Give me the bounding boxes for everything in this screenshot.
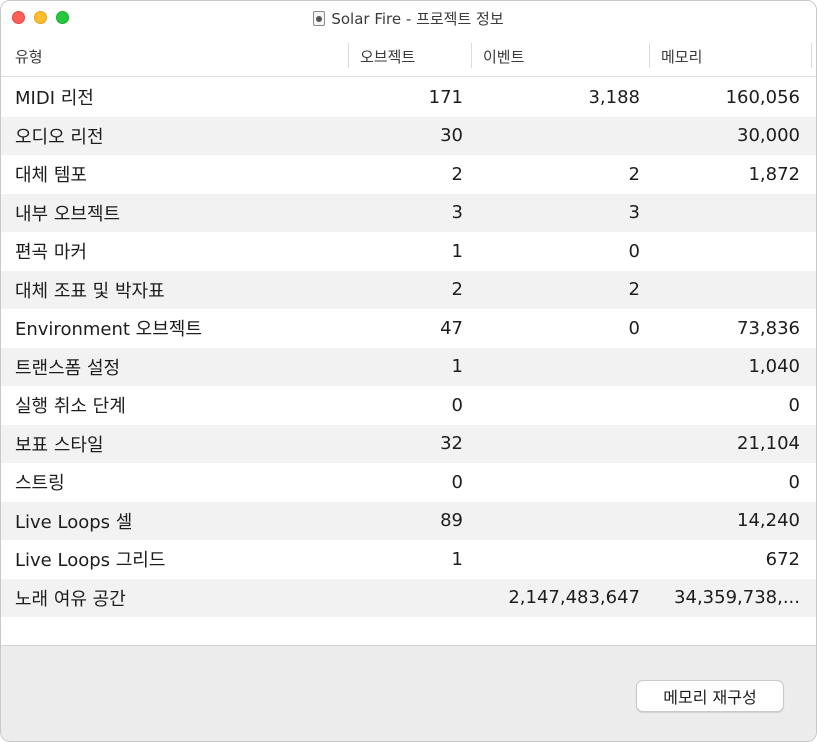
column-header-objects[interactable]: 오브젝트 bbox=[360, 35, 415, 77]
table-row[interactable]: 보표 스타일 32 21,104 bbox=[1, 424, 816, 463]
cell-events: 0 bbox=[628, 240, 640, 262]
cell-type: 대체 템포 bbox=[15, 165, 87, 187]
table-row[interactable]: 스트링 0 0 bbox=[1, 463, 816, 502]
table-row[interactable]: 오디오 리전 30 30,000 bbox=[1, 116, 816, 155]
cell-memory: 30,000 bbox=[737, 125, 800, 147]
cell-type: 오디오 리전 bbox=[15, 126, 104, 148]
cell-memory: 0 bbox=[788, 471, 800, 493]
title-bar: Solar Fire - 프로젝트 정보 bbox=[1, 1, 816, 35]
cell-memory: 0 bbox=[788, 394, 800, 416]
cell-type: Live Loops 그리드 bbox=[15, 550, 166, 572]
cell-objects: 171 bbox=[428, 86, 463, 108]
cell-type: 실행 취소 단계 bbox=[15, 396, 126, 418]
cell-type: 노래 여유 공간 bbox=[15, 588, 126, 610]
cell-type: 편곡 마커 bbox=[15, 242, 87, 264]
table-row[interactable]: 대체 템포 2 2 1,872 bbox=[1, 155, 816, 194]
table-row[interactable]: Live Loops 셀 89 14,240 bbox=[1, 501, 816, 540]
column-divider[interactable] bbox=[811, 43, 812, 68]
cell-type: 트랜스폼 설정 bbox=[15, 357, 121, 379]
column-divider[interactable] bbox=[348, 43, 349, 68]
cell-objects: 3 bbox=[451, 202, 463, 224]
table-row[interactable]: 실행 취소 단계 0 0 bbox=[1, 386, 816, 425]
table-row[interactable]: 편곡 마커 1 0 bbox=[1, 232, 816, 271]
cell-objects: 1 bbox=[451, 240, 463, 262]
project-info-window: Solar Fire - 프로젝트 정보 유형 오브젝트 이벤트 메모리 MID… bbox=[0, 0, 817, 742]
table-row[interactable]: 내부 오브젝트 3 3 bbox=[1, 193, 816, 232]
cell-objects: 0 bbox=[451, 394, 463, 416]
column-divider[interactable] bbox=[649, 43, 650, 68]
cell-memory: 672 bbox=[765, 548, 800, 570]
column-header-events[interactable]: 이벤트 bbox=[483, 35, 524, 77]
table-row[interactable]: 트랜스폼 설정 1 1,040 bbox=[1, 347, 816, 386]
cell-memory: 73,836 bbox=[737, 317, 800, 339]
cell-type: 스트링 bbox=[15, 473, 65, 495]
cell-memory: 14,240 bbox=[737, 510, 800, 532]
cell-objects: 89 bbox=[440, 510, 463, 532]
column-header-memory[interactable]: 메모리 bbox=[661, 35, 702, 77]
window-title-group: Solar Fire - 프로젝트 정보 bbox=[1, 1, 816, 35]
cell-objects: 0 bbox=[451, 471, 463, 493]
rebuild-memory-button[interactable]: 메모리 재구성 bbox=[636, 680, 784, 712]
cell-type: 대체 조표 및 박자표 bbox=[15, 280, 165, 302]
cell-type: 보표 스타일 bbox=[15, 434, 104, 456]
cell-objects: 30 bbox=[440, 125, 463, 147]
window-title: Solar Fire - 프로젝트 정보 bbox=[331, 9, 504, 28]
table-row[interactable]: 노래 여유 공간 2,147,483,647 34,359,738,... bbox=[1, 578, 816, 617]
cell-type: MIDI 리전 bbox=[15, 88, 94, 110]
cell-objects: 1 bbox=[451, 356, 463, 378]
cell-events: 0 bbox=[628, 317, 640, 339]
cell-type: 내부 오브젝트 bbox=[15, 203, 121, 225]
footer-bar: 메모리 재구성 bbox=[1, 645, 816, 741]
cell-objects: 47 bbox=[440, 317, 463, 339]
cell-memory: 34,359,738,... bbox=[674, 587, 800, 609]
cell-memory: 160,056 bbox=[725, 86, 800, 108]
table-row[interactable]: Environment 오브젝트 47 0 73,836 bbox=[1, 309, 816, 348]
document-icon bbox=[313, 10, 326, 26]
column-header-type[interactable]: 유형 bbox=[15, 35, 43, 77]
cell-events: 2,147,483,647 bbox=[508, 587, 640, 609]
cell-type: Environment 오브젝트 bbox=[15, 319, 202, 341]
column-divider[interactable] bbox=[471, 43, 472, 68]
cell-memory: 1,872 bbox=[748, 163, 800, 185]
cell-memory: 1,040 bbox=[748, 356, 800, 378]
cell-memory: 21,104 bbox=[737, 433, 800, 455]
cell-objects: 1 bbox=[451, 548, 463, 570]
cell-events: 2 bbox=[628, 279, 640, 301]
cell-objects: 32 bbox=[440, 433, 463, 455]
cell-type: Live Loops 셀 bbox=[15, 511, 133, 533]
table-header: 유형 오브젝트 이벤트 메모리 bbox=[1, 35, 816, 77]
cell-events: 3 bbox=[628, 202, 640, 224]
cell-objects: 2 bbox=[451, 163, 463, 185]
table-row[interactable]: 대체 조표 및 박자표 2 2 bbox=[1, 270, 816, 309]
cell-objects: 2 bbox=[451, 279, 463, 301]
cell-events: 2 bbox=[628, 163, 640, 185]
table-row[interactable]: MIDI 리전 171 3,188 160,056 bbox=[1, 78, 816, 117]
cell-events: 3,188 bbox=[588, 86, 640, 108]
table-row[interactable]: Live Loops 그리드 1 672 bbox=[1, 540, 816, 579]
table-body: MIDI 리전 171 3,188 160,056 오디오 리전 30 30,0… bbox=[1, 78, 816, 617]
